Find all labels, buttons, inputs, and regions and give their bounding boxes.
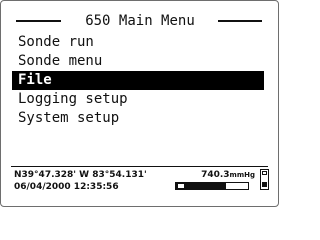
menu-item-system-setup[interactable]: System setup — [12, 109, 264, 128]
menu-title-bar: 650 Main Menu — [16, 11, 262, 31]
main-menu: Sonde run Sonde menu File Logging setup … — [12, 33, 264, 128]
memory-card-icon — [260, 169, 269, 190]
gps-coordinates: N39°47.328' W 83°54.131' — [14, 170, 147, 180]
status-divider — [11, 166, 268, 167]
battery-gauge — [175, 182, 249, 190]
pressure-value: 740.3 — [201, 170, 230, 180]
battery-icon — [177, 182, 185, 189]
pressure-unit: mmHg — [229, 171, 255, 179]
title-rule-right — [218, 20, 262, 22]
menu-item-file[interactable]: File — [12, 71, 264, 90]
menu-item-sonde-run[interactable]: Sonde run — [12, 33, 264, 52]
menu-item-logging-setup[interactable]: Logging setup — [12, 90, 264, 109]
menu-title: 650 Main Menu — [85, 13, 195, 29]
menu-item-sonde-menu[interactable]: Sonde menu — [12, 52, 264, 71]
display-screen: 650 Main Menu Sonde run Sonde menu File … — [0, 0, 279, 207]
status-left-block: N39°47.328' W 83°54.131' 06/04/2000 12:3… — [14, 169, 174, 193]
barometer-readout: 740.3mmHg — [173, 169, 255, 181]
title-rule-left — [16, 20, 61, 22]
date-time: 06/04/2000 12:35:56 — [14, 182, 119, 192]
